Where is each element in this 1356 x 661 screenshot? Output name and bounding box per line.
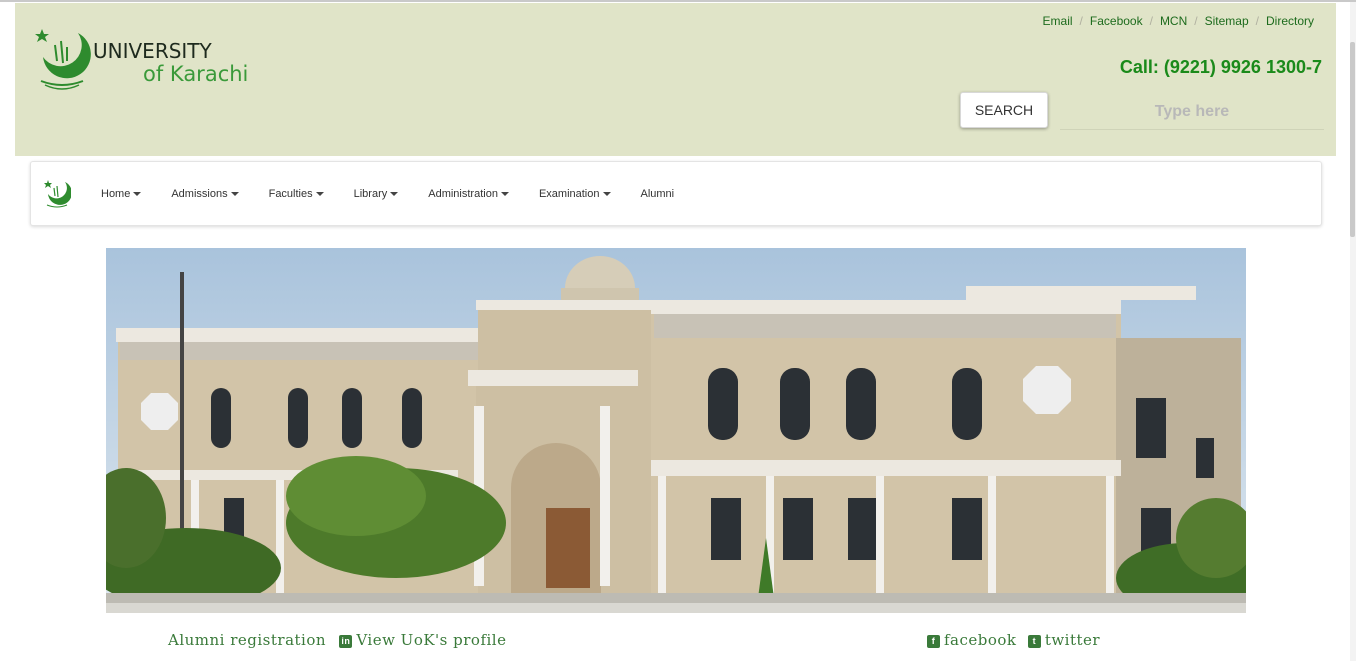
twitter-link[interactable]: twitter <box>1045 631 1100 649</box>
nav-examination[interactable]: Examination <box>539 188 611 200</box>
logo-line-1: UNIVERSITY <box>93 39 212 63</box>
toplink-directory[interactable]: Directory <box>1266 14 1314 28</box>
crescent-logo-icon <box>35 29 91 90</box>
scrollbar-thumb[interactable] <box>1350 42 1355 237</box>
caret-down-icon <box>315 191 324 196</box>
nav-faculties[interactable]: Faculties <box>269 188 324 200</box>
top-links: Email / Facebook / MCN / Sitemap / Directory <box>1042 14 1314 28</box>
nav-menu: Home Admissions Faculties Library Admini… <box>101 162 704 225</box>
nav-administration[interactable]: Administration <box>428 188 509 200</box>
facebook-link[interactable]: facebook <box>944 631 1017 649</box>
caret-down-icon <box>230 191 239 196</box>
nav-library[interactable]: Library <box>354 188 399 200</box>
search-button[interactable]: SEARCH <box>960 92 1048 128</box>
linkedin-icon: in <box>339 635 353 648</box>
page-scrollbar[interactable] <box>1350 2 1356 661</box>
facebook-icon: f <box>927 635 940 648</box>
view-profile-link[interactable]: View UoK's profile <box>356 631 506 649</box>
site-header: UNIVERSITY of Karachi Email / Facebook / MCN… <box>15 3 1336 156</box>
caret-down-icon <box>390 191 399 196</box>
toplink-mcn[interactable]: MCN <box>1160 14 1187 28</box>
toplink-sitemap[interactable]: Sitemap <box>1205 14 1249 28</box>
footer-left-links: Alumni registration in View UoK's profile <box>168 631 506 649</box>
nav-alumni[interactable]: Alumni <box>641 188 675 200</box>
university-logo[interactable]: UNIVERSITY of Karachi <box>33 23 273 98</box>
top-rule <box>0 0 1356 2</box>
caret-down-icon <box>602 191 611 196</box>
caret-down-icon <box>500 191 509 196</box>
twitter-icon: t <box>1027 635 1041 648</box>
caret-down-icon <box>133 191 142 196</box>
alumni-registration-link[interactable]: Alumni registration <box>168 631 326 649</box>
hero-building-image <box>106 248 1246 613</box>
nav-admissions[interactable]: Admissions <box>171 188 239 200</box>
logo-line-2: of Karachi <box>143 62 249 86</box>
phone-number: Call: (9221) 9926 1300-7 <box>1119 57 1322 77</box>
nav-home[interactable]: Home <box>101 188 142 200</box>
search-input[interactable] <box>1060 95 1324 130</box>
footer-social-links: f facebook t twitter <box>927 631 1100 649</box>
toplink-email[interactable]: Email <box>1043 14 1073 28</box>
nav-logo-icon[interactable] <box>43 177 72 216</box>
main-navbar: Home Admissions Faculties Library Admini… <box>30 161 1322 226</box>
toplink-facebook[interactable]: Facebook <box>1090 14 1143 28</box>
